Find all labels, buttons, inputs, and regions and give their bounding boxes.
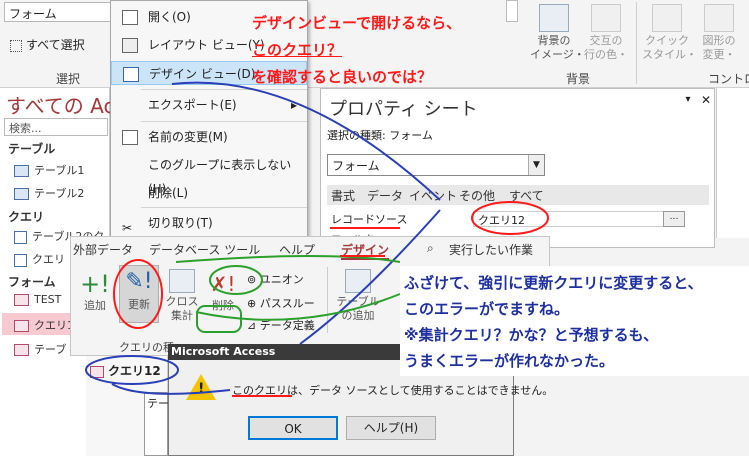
annotation-top: デザインビューで開けるなら、 このクエリ？ を確認すると良いのでは？ xyxy=(252,10,461,91)
annotation-bottom-line-1: ふざけて、強引に更新クエリに変更すると、 xyxy=(404,274,703,292)
annotation-bottom-line-4: うまくエラーが作れなかった。 xyxy=(404,352,615,370)
annotation-blue-circle xyxy=(85,355,179,385)
annotation-circle xyxy=(113,259,163,329)
annotation-top-line-2: このクエリ？ xyxy=(252,41,343,59)
annotation-arrow-line xyxy=(171,81,441,201)
annotation-blue-line xyxy=(111,383,231,395)
annotation-top-line-1: デザインビューで開けるなら、 xyxy=(252,14,462,32)
annotation-bottom: ふざけて、強引に更新クエリに変更すると、 このエラーがでますね。 ※集計クエリ？… xyxy=(404,270,703,374)
annotation-circle xyxy=(471,201,549,235)
annotation-top-line-3: を確認すると良いのでは？ xyxy=(252,68,433,86)
annotation-bottom-line-2: このエラーがでますね。 xyxy=(404,300,570,318)
annotation-green-circle xyxy=(209,265,263,295)
annotation-bottom-line-3: ※集計クエリ？かな？と予想するも、 xyxy=(404,326,659,344)
